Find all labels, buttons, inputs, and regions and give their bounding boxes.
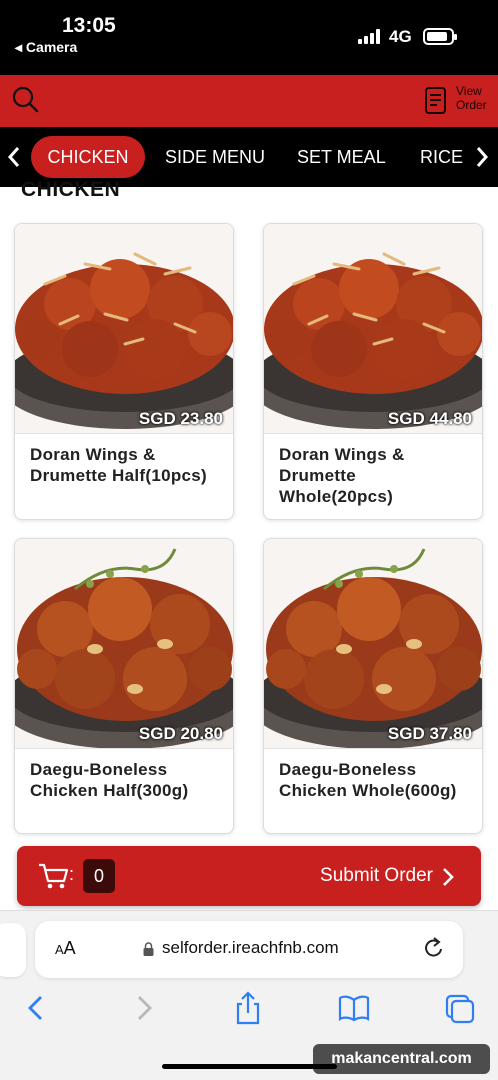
product-name: Doran Wings & Drumette Whole(20pcs)	[279, 445, 405, 506]
search-icon	[12, 86, 39, 113]
product-name: Doran Wings & Drumette Half(10pcs)	[30, 445, 207, 485]
view-order-button[interactable]: View Order	[420, 82, 492, 120]
back-arrow-icon[interactable]	[20, 991, 52, 1025]
tab-set-meal[interactable]: SET MEAL	[297, 136, 386, 178]
product-image: SGD 44.80	[264, 224, 482, 434]
app-header: View Order	[0, 75, 498, 127]
category-scroll-left-button[interactable]	[4, 142, 24, 172]
screen: 13:05 ◂ Camera 4G View Order CHICKEN SID…	[0, 0, 498, 1080]
cart-count-badge: 0	[83, 859, 115, 893]
cart-bar: : 0 Submit Order	[17, 846, 481, 906]
chevron-right-icon	[443, 868, 454, 886]
watermark: makancentral.com	[313, 1044, 490, 1074]
lock-icon	[143, 942, 154, 956]
battery-icon	[423, 28, 457, 45]
product-card[interactable]: SGD 37.80 Daegu-Boneless Chicken Whole(6…	[263, 538, 483, 834]
product-price: SGD 37.80	[387, 724, 472, 743]
tab-side-menu[interactable]: SIDE MENU	[165, 136, 265, 178]
product-name: Daegu-Boneless Chicken Whole(600g)	[279, 760, 457, 800]
view-order-label: View Order	[456, 84, 487, 112]
share-icon[interactable]	[232, 991, 264, 1025]
home-indicator	[162, 1064, 337, 1069]
order-receipt-icon	[425, 87, 446, 114]
signal-icon	[358, 29, 382, 44]
product-image: SGD 23.80	[15, 224, 233, 434]
cart-icon[interactable]	[38, 862, 70, 890]
submit-order-label: Submit Order	[320, 865, 433, 886]
product-image: SGD 37.80	[264, 539, 482, 749]
tab-rice[interactable]: RICE	[420, 136, 463, 178]
chevron-right-icon	[476, 147, 489, 167]
tab-chicken[interactable]: CHICKEN	[31, 136, 145, 178]
submit-order-button[interactable]: Submit Order	[320, 862, 455, 890]
tabs-icon[interactable]	[444, 991, 476, 1025]
category-scroll-right-button[interactable]	[472, 142, 492, 172]
product-price: SGD 23.80	[138, 409, 223, 428]
section-title: CHICKEN	[21, 178, 121, 201]
reload-icon[interactable]	[423, 936, 445, 960]
network-type: 4G	[389, 27, 412, 46]
forward-arrow-icon[interactable]	[128, 991, 160, 1025]
cart-separator: :	[69, 864, 75, 884]
product-card[interactable]: SGD 44.80 Doran Wings & Drumette Whole(2…	[263, 223, 483, 520]
product-price: SGD 44.80	[387, 409, 472, 428]
back-to-camera-link[interactable]: ◂ Camera	[15, 39, 77, 56]
status-time: 13:05	[62, 14, 116, 37]
address-bar[interactable]: AA selforder.ireachfnb.com	[35, 921, 463, 978]
chevron-left-icon	[7, 147, 20, 167]
search-button[interactable]	[10, 84, 42, 116]
product-card[interactable]: SGD 20.80 Daegu-Boneless Chicken Half(30…	[14, 538, 234, 834]
previous-tab-preview[interactable]	[0, 923, 26, 977]
product-image: SGD 20.80	[15, 539, 233, 749]
product-name: Daegu-Boneless Chicken Half(300g)	[30, 760, 189, 800]
reader-settings-button[interactable]: AA	[55, 938, 76, 959]
url-text: selforder.ireachfnb.com	[162, 938, 339, 957]
status-bar: 13:05 ◂ Camera 4G	[0, 0, 498, 75]
product-card[interactable]: SGD 23.80 Doran Wings & Drumette Half(10…	[14, 223, 234, 520]
product-price: SGD 20.80	[138, 724, 223, 743]
bookmarks-icon[interactable]	[338, 991, 370, 1025]
